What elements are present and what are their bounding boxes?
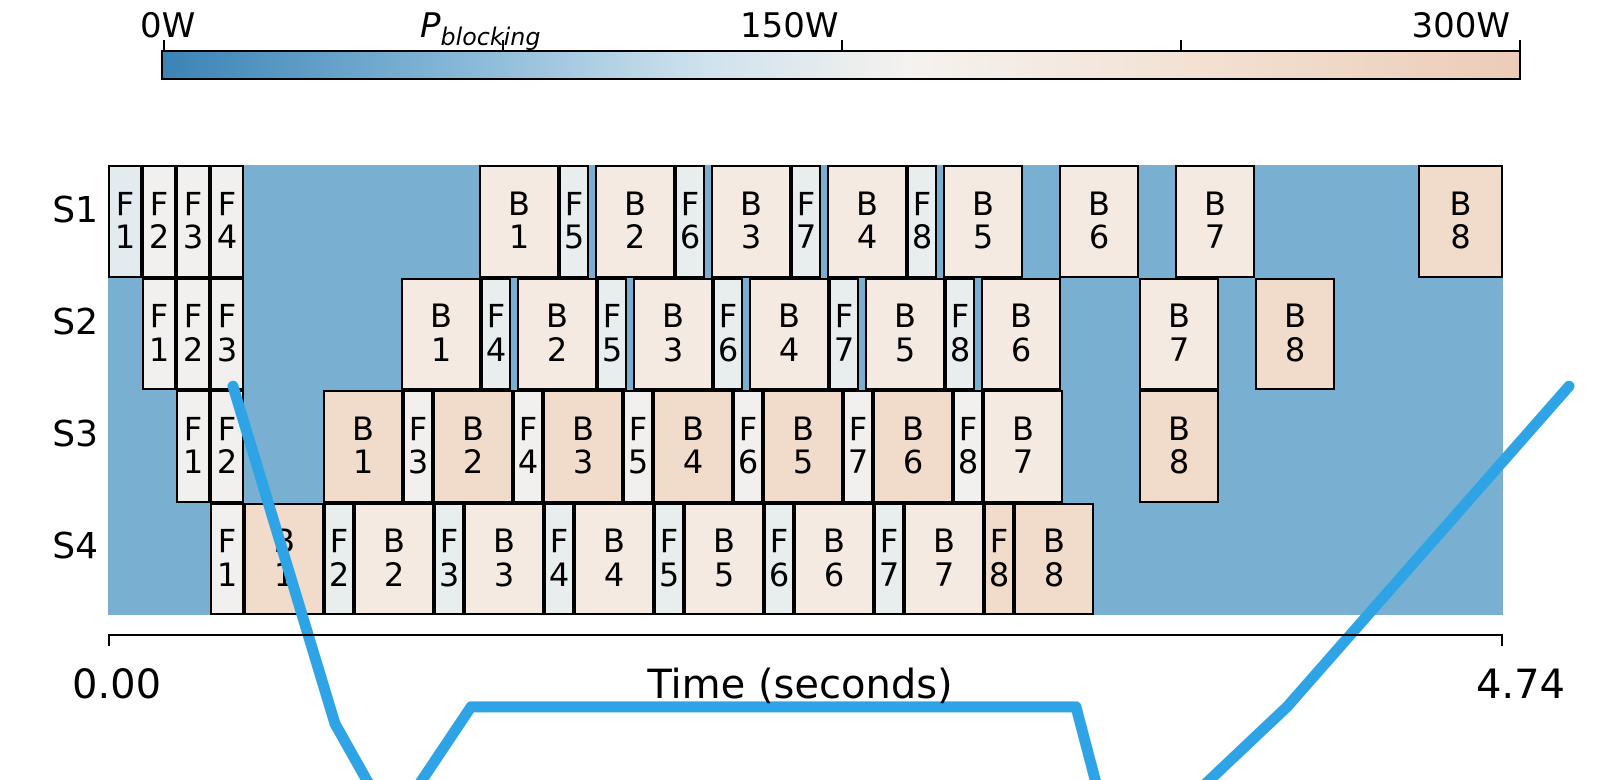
cell-S3-B3: B3 — [543, 390, 623, 503]
cell-S2-B2: B2 — [517, 278, 597, 391]
cell-S4-F8: F8 — [984, 503, 1014, 616]
cell-S4-F7: F7 — [874, 503, 904, 616]
cell-S2-F4: F4 — [481, 278, 511, 391]
y-label-s2: S2 — [28, 302, 98, 343]
cell-S2-B4: B4 — [749, 278, 829, 391]
cell-S3-B4: B4 — [653, 390, 733, 503]
timeline-plot: F1F2F3F4B1F5B2F6B3F7B4F8B5B6B7B8 F1F2F3B… — [108, 165, 1503, 615]
cell-S1-F4: F4 — [210, 165, 244, 278]
cell-S2-B5: B5 — [865, 278, 945, 391]
cell-S2-B1: B1 — [401, 278, 481, 391]
cell-S1-F2: F2 — [142, 165, 176, 278]
row-s2: F1F2F3 B1F4B2F5B3F6B4F7B5F8B6 B7 B8 — [108, 278, 1503, 391]
cell-S1-B3: B3 — [711, 165, 791, 278]
cell-S3-B1: B1 — [323, 390, 403, 503]
colorbar-tick-300: 300W — [1411, 6, 1510, 46]
cell-S2-F1: F1 — [142, 278, 176, 391]
cell-S4-B1: B1 — [244, 503, 324, 616]
cell-S4-B7: B7 — [904, 503, 984, 616]
cell-S1-F1: F1 — [108, 165, 142, 278]
colorbar-tick-150: 150W — [740, 6, 839, 46]
cell-S1-B4: B4 — [827, 165, 907, 278]
x-label-end: 4.74 — [1476, 662, 1565, 708]
cell-S4-B6: B6 — [794, 503, 874, 616]
x-tick-start — [108, 634, 110, 646]
cell-S4-B5: B5 — [684, 503, 764, 616]
cell-S1-F5: F5 — [559, 165, 589, 278]
cell-S3-B2: B2 — [433, 390, 513, 503]
cell-S1-B6: B6 — [1059, 165, 1139, 278]
cell-S3-F1: F1 — [176, 390, 210, 503]
colorbar-label-pblocking: Pblocking — [420, 6, 540, 51]
y-label-s1: S1 — [28, 190, 98, 231]
y-label-s4: S4 — [28, 526, 98, 567]
cell-S1-F8: F8 — [907, 165, 937, 278]
cell-S3-F4: F4 — [513, 390, 543, 503]
cell-S3-B7: B7 — [983, 390, 1063, 503]
cell-S1-F7: F7 — [791, 165, 821, 278]
cell-S3-B8: B8 — [1139, 390, 1219, 503]
cell-S1-B7: B7 — [1175, 165, 1255, 278]
cell-S4-F3: F3 — [434, 503, 464, 616]
cell-S4-B3: B3 — [464, 503, 544, 616]
cell-S3-F2: F2 — [210, 390, 244, 503]
colorbar-tick-0: 0W — [140, 6, 195, 46]
cell-S1-F3: F3 — [176, 165, 210, 278]
row-s1: F1F2F3F4 B1F5B2F6B3F7B4F8B5 B6 B7 B8 — [108, 165, 1503, 278]
cell-S1-B5: B5 — [943, 165, 1023, 278]
x-axis-title: Time (seconds) — [0, 662, 1600, 708]
cell-S3-B5: B5 — [763, 390, 843, 503]
cell-S1-B8: B8 — [1418, 165, 1503, 278]
cell-S4-B8: B8 — [1014, 503, 1094, 616]
x-tick-end — [1501, 634, 1503, 646]
colorbar-gradient — [161, 50, 1521, 80]
cell-S2-B8: B8 — [1255, 278, 1335, 391]
cell-S4-F2: F2 — [324, 503, 354, 616]
cell-S2-F8: F8 — [945, 278, 975, 391]
cell-S4-F5: F5 — [654, 503, 684, 616]
cell-S3-F8: F8 — [953, 390, 983, 503]
cell-S4-F4: F4 — [544, 503, 574, 616]
cell-S2-B3: B3 — [633, 278, 713, 391]
cell-S3-B6: B6 — [873, 390, 953, 503]
y-label-s3: S3 — [28, 414, 98, 455]
cell-S3-F5: F5 — [623, 390, 653, 503]
row-s3: F1F2 B1F3B2F4B3F5B4F6B5F7B6F8B7 B8 — [108, 390, 1503, 503]
cell-S2-F2: F2 — [176, 278, 210, 391]
cell-S2-F5: F5 — [597, 278, 627, 391]
cell-S2-F6: F6 — [713, 278, 743, 391]
cell-S4-B2: B2 — [354, 503, 434, 616]
cell-S2-F3: F3 — [210, 278, 244, 391]
cell-S1-B2: B2 — [595, 165, 675, 278]
cell-S3-F6: F6 — [733, 390, 763, 503]
cell-S2-F7: F7 — [829, 278, 859, 391]
row-s4: F1B1F2B2F3B3F4B4F5B5F6B6F7B7F8B8 — [108, 503, 1503, 616]
colorbar-legend: 0W Pblocking 150W 300W — [130, 6, 1500, 46]
cell-S4-B4: B4 — [574, 503, 654, 616]
cell-S1-B1: B1 — [479, 165, 559, 278]
x-axis — [108, 634, 1503, 636]
cell-S3-F3: F3 — [403, 390, 433, 503]
cell-S3-F7: F7 — [843, 390, 873, 503]
cell-S4-F6: F6 — [764, 503, 794, 616]
cell-S2-B7: B7 — [1139, 278, 1219, 391]
cell-S2-B6: B6 — [981, 278, 1061, 391]
cell-S1-F6: F6 — [675, 165, 705, 278]
cell-S4-F1: F1 — [210, 503, 244, 616]
